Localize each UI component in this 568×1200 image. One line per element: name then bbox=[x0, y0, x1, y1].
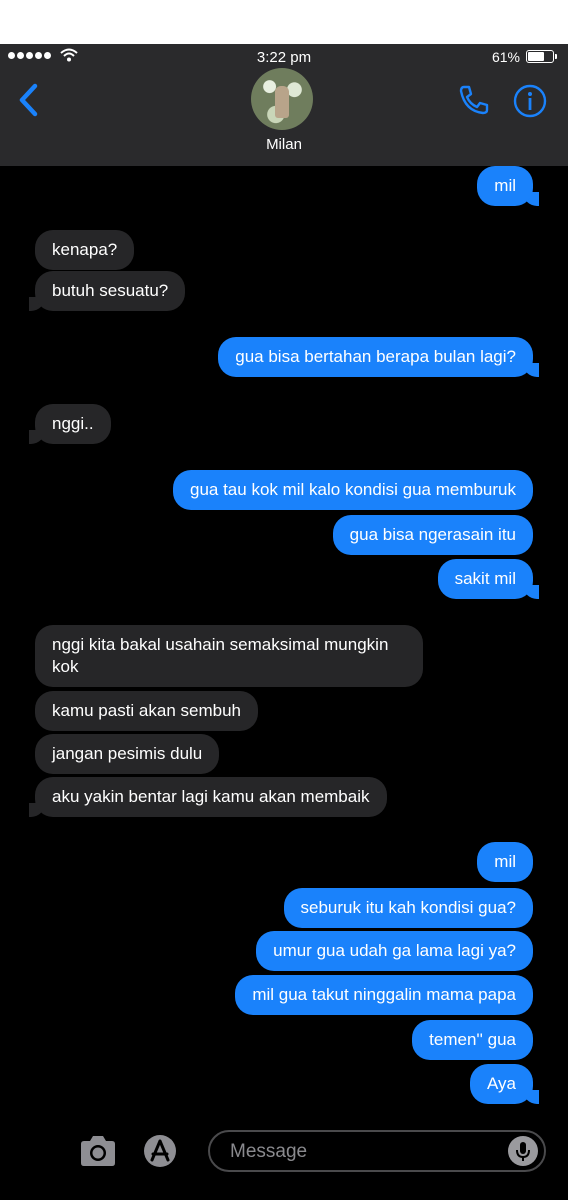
message-composer bbox=[0, 1122, 568, 1182]
contact-name[interactable]: Milan bbox=[0, 136, 568, 153]
message-bubble-outgoing[interactable]: gua bisa ngerasain itu bbox=[332, 515, 533, 555]
message-bubble-outgoing[interactable]: umur gua udah ga lama lagi ya? bbox=[256, 931, 533, 971]
message-bubble-outgoing[interactable]: mil gua takut ninggalin mama papa bbox=[235, 975, 533, 1015]
top-strip bbox=[0, 0, 568, 44]
message-bubble-outgoing[interactable]: mil bbox=[477, 166, 539, 206]
message-bubble-outgoing[interactable]: sakit mil bbox=[437, 559, 540, 599]
info-icon[interactable] bbox=[513, 84, 547, 118]
status-bar: 3:22 pm 61% bbox=[0, 44, 568, 68]
message-bubble-outgoing[interactable]: mil bbox=[477, 842, 533, 882]
phone-icon[interactable] bbox=[456, 82, 492, 118]
message-bubble-incoming[interactable]: nggi.. bbox=[29, 404, 111, 444]
message-bubble-incoming[interactable]: jangan pesimis dulu bbox=[35, 734, 220, 774]
message-input-box[interactable] bbox=[208, 1130, 546, 1172]
conversation-header: 3:22 pm 61% Milan bbox=[0, 44, 568, 166]
app-store-icon[interactable] bbox=[142, 1134, 184, 1168]
message-input[interactable] bbox=[228, 1138, 502, 1166]
message-bubble-incoming[interactable]: butuh sesuatu? bbox=[28, 271, 186, 311]
chevron-left-icon[interactable] bbox=[14, 82, 44, 118]
battery-icon bbox=[526, 50, 557, 63]
message-bubble-outgoing[interactable]: seburuk itu kah kondisi gua? bbox=[283, 888, 533, 928]
message-bubble-outgoing[interactable]: temen'' gua bbox=[412, 1020, 533, 1060]
microphone-icon[interactable] bbox=[508, 1136, 538, 1166]
message-bubble-incoming[interactable]: nggi kita bakal usahain semaksimal mungk… bbox=[35, 625, 423, 687]
contact-avatar[interactable] bbox=[251, 68, 313, 130]
camera-icon[interactable] bbox=[78, 1134, 118, 1168]
message-bubble-outgoing[interactable]: gua tau kok mil kalo kondisi gua memburu… bbox=[173, 470, 533, 510]
message-bubble-outgoing[interactable]: Aya bbox=[470, 1064, 539, 1104]
message-bubble-incoming[interactable]: kenapa? bbox=[35, 230, 135, 270]
message-bubble-outgoing[interactable]: gua bisa bertahan berapa bulan lagi? bbox=[218, 337, 539, 377]
message-bubble-incoming[interactable]: aku yakin bentar lagi kamu akan membaik bbox=[29, 777, 387, 817]
status-time: 3:22 pm bbox=[256, 49, 312, 66]
battery-percentage: 61% bbox=[491, 49, 520, 65]
message-bubble-incoming[interactable]: kamu pasti akan sembuh bbox=[35, 691, 258, 731]
